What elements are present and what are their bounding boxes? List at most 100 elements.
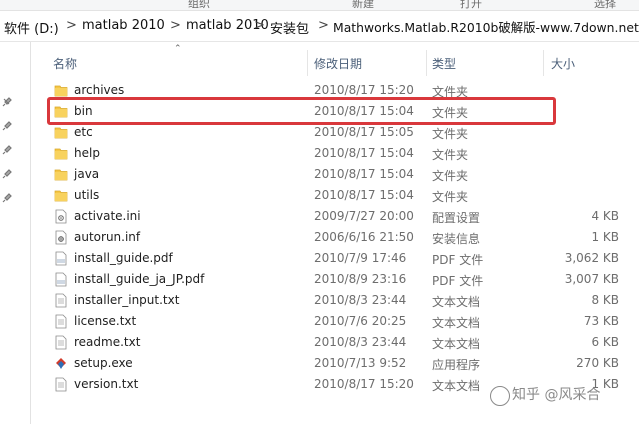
- file-size: 3,062 KB: [564, 251, 619, 265]
- file-type: 文件夹: [432, 169, 469, 183]
- file-date: 2010/8/17 15:04: [314, 146, 414, 160]
- file-name: installer_input.txt: [74, 293, 180, 307]
- pdf-file-icon: [54, 251, 68, 266]
- highlight-box: [47, 97, 556, 125]
- file-name: java: [74, 167, 100, 181]
- column-header-size[interactable]: 大小: [551, 55, 575, 72]
- file-row[interactable]: etc 2010/8/17 15:05 文件夹: [46, 122, 639, 143]
- file-row[interactable]: readme.txt 2010/8/3 23:44 文本文档 6 KB: [46, 332, 639, 353]
- folder-icon: [54, 167, 68, 182]
- file-row[interactable]: java 2010/8/17 15:04 文件夹: [46, 164, 639, 185]
- folder-icon: [54, 83, 68, 98]
- file-date: 2010/7/13 9:52: [314, 356, 407, 370]
- column-divider[interactable]: [426, 50, 427, 76]
- exe-file-icon: [54, 356, 68, 371]
- file-type: 文件夹: [432, 127, 469, 141]
- address-bar[interactable]: 软件 (D:) > matlab 2010 > matlab 2010 > 安装…: [0, 11, 639, 42]
- file-size: 6 KB: [591, 335, 619, 349]
- breadcrumb-current-folder[interactable]: Mathworks.Matlab.R2010b破解版-www.7down.net: [333, 18, 639, 36]
- file-size: 1 KB: [591, 230, 619, 244]
- pin-icon[interactable]: [2, 121, 12, 131]
- file-size: 73 KB: [583, 314, 619, 328]
- watermark-logo-icon: [490, 386, 510, 406]
- column-header-row: 名称 修改日期 类型 大小: [31, 50, 639, 76]
- column-divider[interactable]: [543, 50, 544, 76]
- file-name: etc: [74, 125, 93, 139]
- file-row[interactable]: utils 2010/8/17 15:04 文件夹: [46, 185, 639, 206]
- file-date: 2010/8/17 15:05: [314, 125, 414, 139]
- file-size: 270 KB: [576, 356, 619, 370]
- file-type: 安装信息: [432, 232, 481, 246]
- file-name: readme.txt: [74, 335, 141, 349]
- file-type: 文本文档: [432, 379, 481, 393]
- file-date: 2010/7/9 17:46: [314, 251, 407, 265]
- file-row[interactable]: help 2010/8/17 15:04 文件夹: [46, 143, 639, 164]
- file-type: 文件夹: [432, 190, 469, 204]
- column-header-type[interactable]: 类型: [432, 55, 456, 72]
- folder-icon: [54, 125, 68, 140]
- file-row[interactable]: license.txt 2010/7/6 20:25 文本文档 73 KB: [46, 311, 639, 332]
- file-row[interactable]: activate.ini 2009/7/27 20:00 配置设置 4 KB: [46, 206, 639, 227]
- breadcrumb-separator-icon[interactable]: >: [318, 18, 329, 33]
- file-name: version.txt: [74, 377, 139, 391]
- file-name: utils: [74, 188, 100, 202]
- breadcrumb-separator-icon[interactable]: >: [254, 18, 265, 33]
- file-name: archives: [74, 83, 125, 97]
- file-name: autorun.inf: [74, 230, 141, 244]
- text-file-icon: [54, 335, 68, 350]
- column-header-date[interactable]: 修改日期: [314, 55, 362, 72]
- pin-icon[interactable]: [2, 193, 12, 203]
- folder-icon: [54, 146, 68, 161]
- file-date: 2010/8/9 23:16: [314, 272, 407, 286]
- inf-file-icon: [54, 230, 68, 245]
- text-file-icon: [54, 377, 68, 392]
- ribbon-label-organize[interactable]: 组织: [188, 0, 210, 10]
- navigation-pane[interactable]: [0, 42, 31, 424]
- file-name: install_guide_ja_JP.pdf: [74, 272, 205, 286]
- file-row[interactable]: install_guide.pdf 2010/7/9 17:46 PDF 文件 3,0…: [46, 248, 639, 269]
- file-date: 2009/7/27 20:00: [314, 209, 414, 223]
- text-file-icon: [54, 293, 68, 308]
- text-file-icon: [54, 314, 68, 329]
- breadcrumb-separator-icon[interactable]: >: [66, 18, 77, 33]
- file-date: 2010/8/17 15:20: [314, 83, 414, 97]
- file-row[interactable]: setup.exe 2010/7/13 9:52 应用程序 270 KB: [46, 353, 639, 374]
- file-size: 8 KB: [591, 293, 619, 307]
- file-type: PDF 文件: [432, 253, 484, 267]
- file-date: 2006/6/16 21:50: [314, 230, 414, 244]
- pin-icon[interactable]: [2, 97, 12, 107]
- pin-icon[interactable]: [2, 169, 12, 179]
- breadcrumb-matlab-2010-a[interactable]: matlab 2010: [82, 18, 165, 33]
- file-row[interactable]: installer_input.txt 2010/8/3 23:44 文本文档 8 K…: [46, 290, 639, 311]
- watermark-text: 知乎 @风采合: [512, 387, 601, 403]
- file-type: 文件夹: [432, 148, 469, 162]
- ribbon-label-new[interactable]: 新建: [352, 0, 374, 10]
- file-date: 2010/8/3 23:44: [314, 335, 407, 349]
- file-type: PDF 文件: [432, 274, 484, 288]
- file-row[interactable]: install_guide_ja_JP.pdf 2010/8/9 23:16 PDF…: [46, 269, 639, 290]
- folder-icon: [54, 188, 68, 203]
- breadcrumb-drive[interactable]: 软件 (D:): [4, 18, 59, 37]
- column-header-name[interactable]: 名称: [53, 55, 77, 72]
- ribbon-label-open[interactable]: 打开: [460, 0, 482, 10]
- file-name: setup.exe: [74, 356, 133, 370]
- file-date: 2010/8/3 23:44: [314, 293, 407, 307]
- column-divider[interactable]: [307, 50, 308, 76]
- file-date: 2010/8/17 15:04: [314, 167, 414, 181]
- file-type: 文本文档: [432, 316, 481, 330]
- file-name: help: [74, 146, 100, 160]
- pin-icon[interactable]: [2, 145, 12, 155]
- breadcrumb-separator-icon[interactable]: >: [170, 18, 181, 33]
- breadcrumb-install-package[interactable]: 安装包: [270, 18, 309, 37]
- file-name: activate.ini: [74, 209, 141, 223]
- file-name: install_guide.pdf: [74, 251, 173, 265]
- file-size: 3,007 KB: [564, 272, 619, 286]
- ribbon-strip: 组织 新建 打开 选择: [0, 0, 639, 11]
- file-date: 2010/8/17 15:04: [314, 188, 414, 202]
- file-type: 配置设置: [432, 211, 481, 225]
- file-type: 应用程序: [432, 358, 481, 372]
- file-type: 文本文档: [432, 337, 481, 351]
- pdf-file-icon: [54, 272, 68, 287]
- file-row[interactable]: autorun.inf 2006/6/16 21:50 安装信息 1 KB: [46, 227, 639, 248]
- ribbon-label-select[interactable]: 选择: [594, 0, 616, 10]
